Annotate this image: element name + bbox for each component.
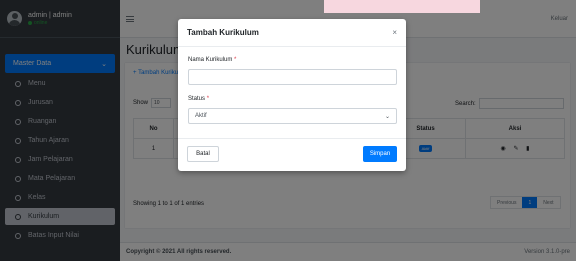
close-icon[interactable]: × [392,28,397,37]
curriculum-name-input[interactable] [188,69,397,85]
status-select[interactable]: Aktif ⌄ [188,108,397,124]
modal-header: Tambah Kurikulum × [178,19,406,47]
modal-title: Tambah Kurikulum [187,28,259,37]
modal-footer: Batal Simpan [178,138,406,171]
top-accent-strip [324,0,480,13]
name-label: Nama Kurikulum * [188,57,237,63]
add-curriculum-modal: Tambah Kurikulum × Nama Kurikulum * Stat… [178,19,406,171]
chevron-down-icon: ⌄ [384,113,390,120]
save-button[interactable]: Simpan [363,146,397,162]
cancel-button[interactable]: Batal [187,146,219,162]
status-label: Status * [188,96,210,102]
